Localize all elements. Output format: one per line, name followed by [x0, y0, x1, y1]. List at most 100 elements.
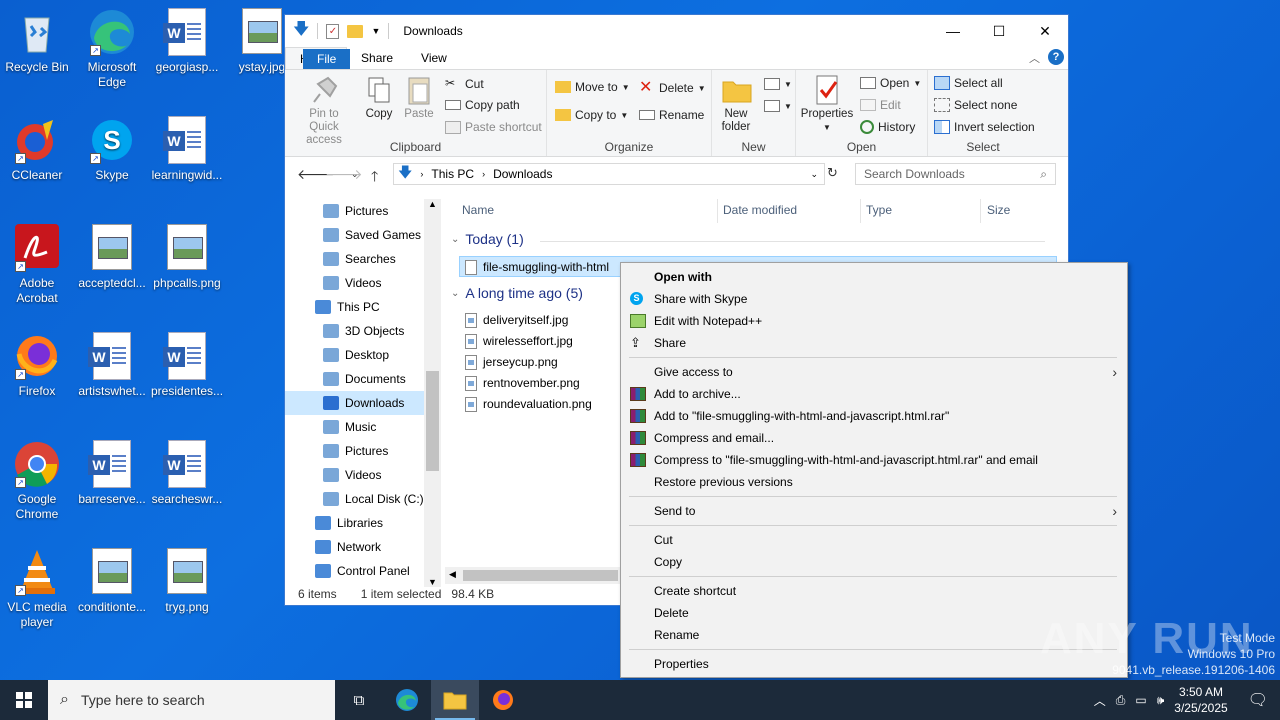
menu-share[interactable]: ⇪ Share [621, 332, 1127, 354]
new-folder-button[interactable]: New folder [716, 74, 758, 134]
h-scroll-thumb[interactable] [463, 570, 618, 581]
nav-scrollbar[interactable]: ▲ ▼ [424, 199, 441, 587]
edit-button[interactable]: Edit [860, 98, 901, 112]
nav-item[interactable]: Videos [285, 463, 440, 487]
file-row-file-smuggling[interactable]: file-smuggling-with-html [465, 257, 609, 277]
nav-item[interactable]: Libraries [285, 511, 440, 535]
group-header-today[interactable]: ⌄ Today (1) [451, 231, 524, 247]
new-item-button[interactable]: ▼ [764, 78, 792, 90]
desktop-icon-recycle-bin[interactable]: Recycle Bin [1, 8, 73, 75]
nav-item[interactable]: Control Panel [285, 559, 440, 583]
menu-compress-email[interactable]: Compress and email... [621, 427, 1127, 449]
menu-create-shortcut[interactable]: Create shortcut [621, 580, 1127, 602]
address-dropdown-icon[interactable]: ⌄ [810, 169, 818, 180]
ethernet-icon[interactable]: ▭ [1135, 693, 1146, 707]
minimize-button[interactable]: — [930, 15, 976, 47]
copy-path-button[interactable]: Copy path [445, 98, 520, 112]
nav-item[interactable]: Documents [285, 367, 440, 391]
desktop-file-learningwid[interactable]: W learningwid... [151, 116, 223, 183]
nav-item[interactable]: Pictures [285, 199, 440, 223]
paste-button[interactable]: Paste [399, 74, 439, 121]
copy-to-button[interactable]: Copy to ▼ [555, 108, 628, 122]
desktop-icon-skype[interactable]: S ↗ Skype [76, 116, 148, 183]
network-icon[interactable]: ⎙ [1116, 693, 1126, 708]
paste-shortcut-button[interactable]: Paste shortcut [445, 120, 542, 134]
scroll-up-icon[interactable]: ▲ [428, 199, 437, 209]
open-button[interactable]: Open ▼ [860, 76, 921, 90]
menu-share-with-skype[interactable]: S Share with Skype [621, 288, 1127, 310]
invert-selection-button[interactable]: Invert selection [934, 120, 1035, 134]
scroll-left-icon[interactable]: ◀ [449, 569, 456, 580]
column-size[interactable]: Size [987, 203, 1010, 217]
address-bar[interactable]: 🡇 › This PC › Downloads ⌄ [393, 163, 825, 185]
column-type[interactable]: Type [866, 203, 892, 217]
menu-open-with[interactable]: Open with [621, 266, 1127, 288]
search-input[interactable]: Search Downloads ⌕ [855, 163, 1056, 185]
notifications-icon[interactable]: 🗨 [1248, 690, 1268, 710]
pin-quick-access-button[interactable]: Pin to Quick access [289, 74, 359, 147]
nav-item[interactable]: This PC [285, 295, 440, 319]
desktop-file-phpcalls[interactable]: phpcalls.png [151, 224, 223, 291]
menu-add-to-rar[interactable]: Add to "file-smuggling-with-html-and-jav… [621, 405, 1127, 427]
desktop-icon-ccleaner[interactable]: ↗ CCleaner [1, 116, 73, 183]
nav-item[interactable]: Downloads [285, 391, 440, 415]
copy-button[interactable]: Copy [359, 74, 399, 121]
properties-quick-icon[interactable]: ✓ [326, 23, 340, 39]
history-button[interactable]: History [860, 120, 915, 134]
tab-view[interactable]: View [407, 47, 461, 69]
column-date-modified[interactable]: Date modified [723, 203, 797, 217]
horizontal-scrollbar[interactable]: ◀ [445, 567, 620, 584]
desktop-icon-firefox[interactable]: ↗ Firefox [1, 332, 73, 399]
nav-item[interactable]: Searches [285, 247, 440, 271]
properties-button[interactable]: Properties ▼ [798, 74, 856, 134]
menu-send-to[interactable]: Send to › [621, 500, 1127, 522]
cut-button[interactable]: ✂ Cut [445, 76, 484, 92]
nav-item[interactable]: Saved Games [285, 223, 440, 247]
maximize-button[interactable]: ☐ [976, 15, 1022, 47]
taskbar-firefox[interactable] [479, 680, 527, 720]
select-none-button[interactable]: Select none [934, 98, 1017, 112]
refresh-button[interactable]: ↻ [827, 165, 838, 181]
menu-compress-rar-email[interactable]: Compress to "file-smuggling-with-html-an… [621, 449, 1127, 471]
task-view-button[interactable]: ⧉ [335, 680, 383, 720]
desktop-file-presidentes[interactable]: W presidentes... [151, 332, 223, 399]
file-row[interactable]: rentnovember.png [465, 373, 580, 393]
desktop-file-searcheswr[interactable]: W searcheswr... [151, 440, 223, 507]
menu-give-access[interactable]: Give access to › [621, 361, 1127, 383]
file-row[interactable]: roundevaluation.png [465, 394, 592, 414]
desktop-icon-edge[interactable]: ↗ Microsoft Edge [76, 8, 148, 90]
group-header-long-time-ago[interactable]: ⌄ A long time ago (5) [451, 285, 583, 301]
tab-share[interactable]: Share [347, 47, 407, 69]
rename-button[interactable]: Rename [639, 108, 704, 122]
file-row[interactable]: wirelesseffort.jpg [465, 331, 573, 351]
customize-toolbar-icon[interactable]: ▼ [371, 26, 380, 36]
desktop-file-conditionte[interactable]: conditionte... [76, 548, 148, 615]
recent-locations-button[interactable]: ⌄ [351, 169, 359, 180]
tab-file[interactable]: File [303, 49, 351, 69]
desktop-icon-vlc[interactable]: ↗ VLC media player [1, 548, 73, 630]
nav-item[interactable]: Videos [285, 271, 440, 295]
chevron-up-icon[interactable]: ︿ [1094, 692, 1106, 709]
new-folder-quick-icon[interactable] [347, 24, 364, 38]
start-button[interactable] [0, 680, 48, 720]
collapse-ribbon-icon[interactable]: ︿ [1029, 50, 1040, 66]
move-to-button[interactable]: Move to ▼ [555, 80, 630, 94]
desktop-file-artistswhet[interactable]: W artistswhet... [76, 332, 148, 399]
close-button[interactable]: ✕ [1022, 15, 1068, 47]
nav-item[interactable]: Local Disk (C:) [285, 487, 440, 511]
select-all-button[interactable]: Select all [934, 76, 1003, 90]
clock[interactable]: 3:50 AM 3/25/2025 [1174, 684, 1227, 716]
quick-access-down-icon[interactable]: 🡇 [293, 18, 309, 45]
breadcrumb-this-pc[interactable]: This PC [431, 167, 474, 181]
nav-item[interactable]: 3D Objects [285, 319, 440, 343]
column-name[interactable]: Name [462, 203, 494, 217]
desktop-file-acceptedcl[interactable]: acceptedcl... [76, 224, 148, 291]
menu-add-to-archive[interactable]: Add to archive... [621, 383, 1127, 405]
breadcrumb-downloads[interactable]: Downloads [493, 167, 552, 181]
menu-restore-previous-versions[interactable]: Restore previous versions [621, 471, 1127, 493]
file-row[interactable]: deliveryitself.jpg [465, 310, 568, 330]
desktop-icon-adobe-acrobat[interactable]: ↗ Adobe Acrobat [1, 224, 73, 306]
nav-item[interactable]: Network [285, 535, 440, 559]
desktop-file-barreserve[interactable]: W barreserve... [76, 440, 148, 507]
taskbar-edge[interactable] [383, 680, 431, 720]
